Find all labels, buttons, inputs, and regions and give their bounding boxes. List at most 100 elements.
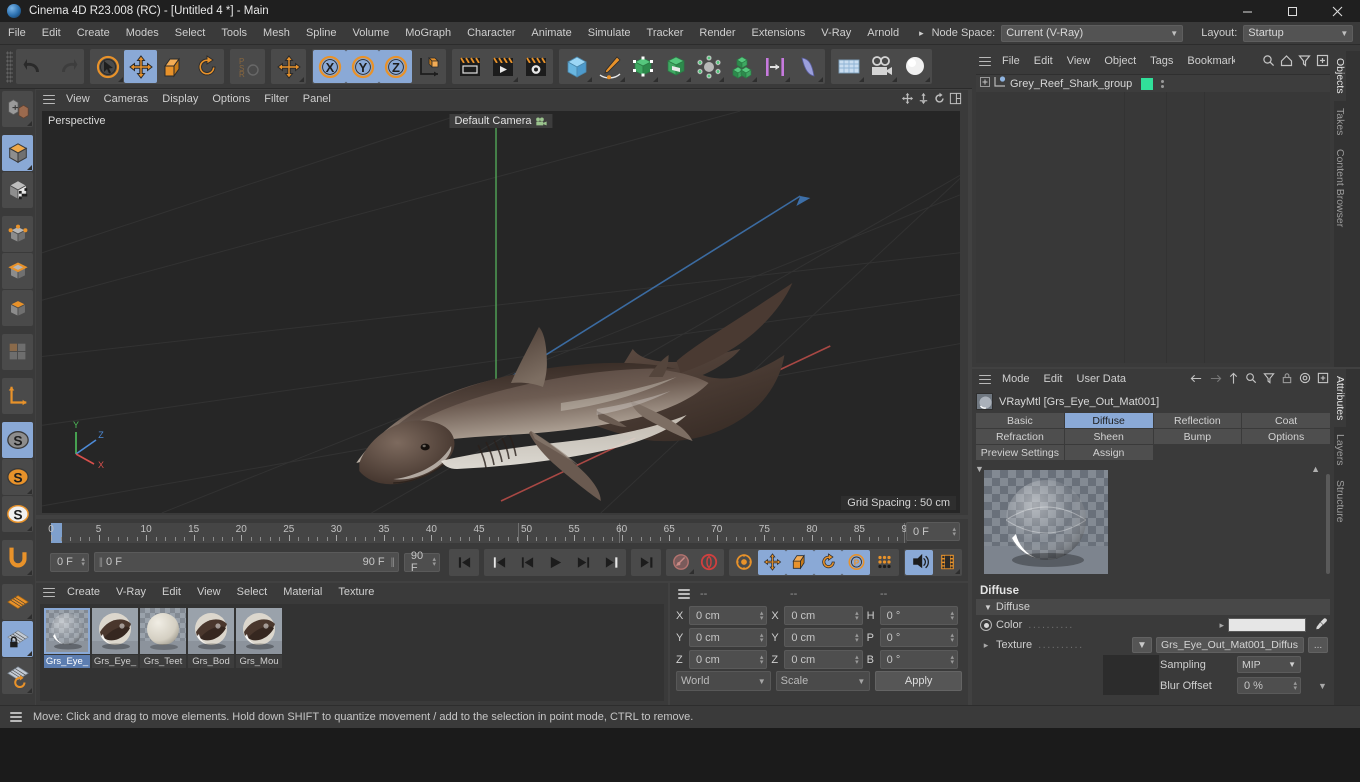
home-icon[interactable]: [1280, 54, 1293, 70]
menu-character[interactable]: Character: [459, 22, 523, 45]
layout-dropdown[interactable]: Startup ▼: [1243, 24, 1354, 42]
material-thumbnail[interactable]: [140, 608, 186, 654]
enable-axis-button[interactable]: S: [2, 422, 33, 458]
texture-mode-button[interactable]: [2, 172, 33, 208]
object-menu-object[interactable]: Object: [1097, 51, 1143, 72]
snap-button[interactable]: [2, 540, 33, 576]
edge-mode-button[interactable]: [2, 253, 33, 289]
add-mograph-button[interactable]: [725, 50, 758, 83]
material-menu-view[interactable]: View: [189, 583, 229, 602]
material-item[interactable]: Grs_Teet: [140, 608, 186, 668]
status-menu-icon[interactable]: [6, 708, 26, 727]
spinner-icon[interactable]: ▴ ▾: [760, 654, 764, 666]
position-key-button[interactable]: [758, 549, 786, 575]
tab-takes[interactable]: Takes: [1334, 100, 1346, 143]
target-icon[interactable]: [1299, 372, 1311, 387]
object-menu-icon[interactable]: [975, 52, 995, 71]
zoom-icon[interactable]: [917, 92, 930, 108]
add-camera-button[interactable]: [865, 50, 898, 83]
spinner-icon[interactable]: ▴ ▾: [950, 654, 954, 666]
node-space-dropdown[interactable]: Current (V-Ray) ▼: [1001, 24, 1184, 42]
make-editable-button[interactable]: [2, 91, 33, 127]
spinner-icon[interactable]: ▴ ▾: [952, 526, 956, 538]
tab-structure[interactable]: Structure: [1334, 472, 1346, 530]
menu-vray[interactable]: V-Ray: [813, 22, 859, 45]
world-object-axis-button[interactable]: [412, 50, 445, 83]
menu-tools[interactable]: Tools: [213, 22, 255, 45]
uv-mode-button[interactable]: [2, 334, 33, 370]
coord-position-field[interactable]: 0 cm ▴ ▾: [689, 628, 768, 647]
menu-overflow-arrow-icon[interactable]: ▸: [915, 28, 928, 39]
timeline-right-frame-field[interactable]: 0 F ▴ ▾: [906, 522, 960, 541]
search-icon[interactable]: [1262, 54, 1275, 70]
menu-arnold[interactable]: Arnold: [859, 22, 907, 45]
menu-render[interactable]: Render: [691, 22, 743, 45]
spinner-icon[interactable]: ▴ ▾: [760, 610, 764, 622]
sound-button[interactable]: [905, 549, 933, 575]
group-collapse-icon[interactable]: ▼: [984, 603, 992, 612]
add-floor-button[interactable]: [832, 50, 865, 83]
maximize-view-icon[interactable]: [949, 92, 962, 108]
tab-assign[interactable]: Assign: [1064, 445, 1153, 460]
material-item[interactable]: Grs_Eye_: [92, 608, 138, 668]
spinner-icon[interactable]: ▴ ▾: [432, 556, 436, 568]
tab-coat[interactable]: Coat: [1242, 413, 1330, 428]
object-menu-file[interactable]: File: [995, 51, 1027, 72]
color-animate-radio[interactable]: [980, 619, 992, 631]
material-menu-edit[interactable]: Edit: [154, 583, 189, 602]
apply-button[interactable]: Apply: [875, 671, 963, 691]
go-to-end-button[interactable]: [632, 549, 660, 575]
coordinates-menu-icon[interactable]: [674, 585, 694, 604]
menu-extensions[interactable]: Extensions: [743, 22, 813, 45]
coord-size-field[interactable]: 0 cm ▴ ▾: [784, 650, 863, 669]
keyframe-selection-button[interactable]: [730, 549, 758, 575]
align-workplane-button[interactable]: [2, 658, 33, 694]
tab-reflection[interactable]: Reflection: [1153, 413, 1242, 428]
add-deformer-button[interactable]: [659, 50, 692, 83]
live-selection-button[interactable]: [91, 50, 124, 83]
tab-refraction[interactable]: Refraction: [976, 429, 1064, 444]
viewport-3d-canvas[interactable]: Perspective Default Camera Grid Spacing …: [42, 111, 960, 513]
move-duplicate-button[interactable]: [272, 50, 305, 83]
menu-modes[interactable]: Modes: [118, 22, 167, 45]
minimize-button[interactable]: [1225, 0, 1270, 22]
material-menu-icon[interactable]: [39, 583, 59, 602]
material-item[interactable]: Grs_Mou: [236, 608, 282, 668]
filter-icon[interactable]: [1298, 54, 1311, 70]
viewport-menu-icon[interactable]: [39, 90, 59, 109]
polygon-mode-button[interactable]: [2, 290, 33, 326]
material-menu-select[interactable]: Select: [229, 583, 276, 602]
coord-position-field[interactable]: 0 cm ▴ ▾: [689, 650, 768, 669]
menu-animate[interactable]: Animate: [523, 22, 579, 45]
forward-arrow-icon[interactable]: [1209, 373, 1222, 387]
filmstrip-button[interactable]: [933, 549, 961, 575]
menu-select[interactable]: Select: [167, 22, 214, 45]
step-forward-button[interactable]: [569, 549, 597, 575]
material-menu-vray[interactable]: V-Ray: [108, 583, 154, 602]
tab-objects[interactable]: Objects: [1334, 51, 1346, 101]
material-item[interactable]: Grs_Eye_: [44, 608, 90, 668]
timeline-ruler[interactable]: 051015202530354045505560657075808590: [48, 522, 913, 544]
timeline-range-bar[interactable]: || 0 F 90 F ||: [93, 552, 399, 572]
current-frame-field[interactable]: 0 F ▴ ▾: [50, 552, 89, 572]
spinner-icon[interactable]: ▴ ▾: [81, 556, 85, 568]
redo-button[interactable]: [50, 50, 83, 83]
object-menu-view[interactable]: View: [1060, 51, 1098, 72]
parameter-key-button[interactable]: P: [842, 549, 870, 575]
point-mode-button[interactable]: [2, 216, 33, 252]
add-generator-button[interactable]: [626, 50, 659, 83]
z-axis-lock-button[interactable]: Z: [379, 50, 412, 83]
x-axis-lock-button[interactable]: X: [313, 50, 346, 83]
tab-bump[interactable]: Bump: [1153, 429, 1242, 444]
range-left-grip[interactable]: ||: [99, 557, 103, 568]
spinner-icon[interactable]: ▴ ▾: [950, 632, 954, 644]
attribute-scrollbar[interactable]: [1325, 474, 1331, 782]
spinner-icon[interactable]: ▴ ▾: [950, 610, 954, 622]
search-icon[interactable]: [1245, 372, 1257, 387]
rotation-key-button[interactable]: [814, 549, 842, 575]
coord-size-field[interactable]: 0 cm ▴ ▾: [784, 606, 863, 625]
object-menu-bookmarks[interactable]: Bookmarks: [1180, 51, 1235, 72]
back-arrow-icon[interactable]: [1190, 373, 1203, 387]
material-menu-material[interactable]: Material: [275, 583, 330, 602]
material-list[interactable]: Grs_Eye_ Grs_Eye_ Grs_Teet Grs_Bod Grs_M…: [40, 604, 664, 701]
